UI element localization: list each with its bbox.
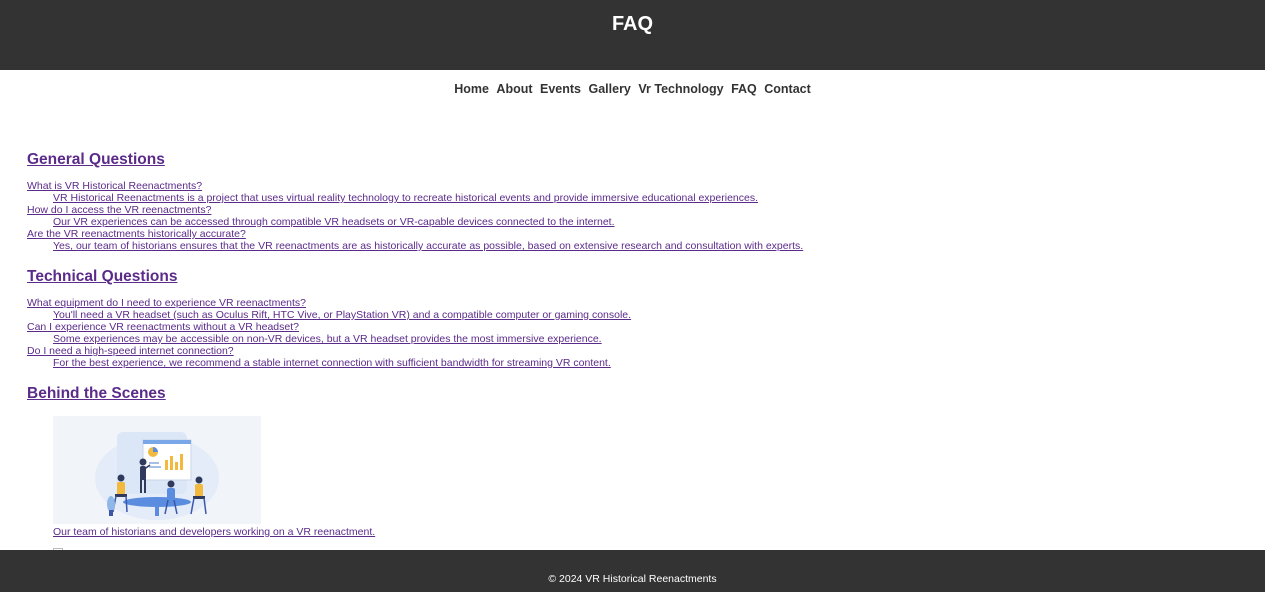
faq-question[interactable]: Do I need a high-speed internet connecti…	[27, 345, 631, 357]
general-questions-section: General Questions What is VR Historical …	[27, 150, 1227, 252]
faq-question[interactable]: Are the VR reenactments historically acc…	[27, 228, 1227, 240]
nav-events-link[interactable]: Events	[540, 82, 581, 96]
faq-answer: Yes, our team of historians ensures that…	[53, 240, 804, 252]
faq-content: General Questions What is VR Historical …	[27, 150, 1227, 552]
faq-list: What equipment do I need to experience V…	[27, 297, 631, 369]
faq-question[interactable]: What equipment do I need to experience V…	[27, 297, 631, 309]
footer-copyright: © 2024 VR Historical Reenactments	[548, 573, 717, 585]
faq-list: What is VR Historical Reenactments? VR H…	[27, 180, 1227, 252]
page-title: FAQ	[611, 12, 654, 35]
team-meeting-illustration	[53, 416, 261, 524]
nav-contact-link[interactable]: Contact	[764, 82, 811, 96]
faq-answer: Some experiences may be accessible on no…	[53, 333, 602, 345]
faq-answer: You'll need a VR headset (such as Oculus…	[53, 309, 632, 321]
behind-scenes-figure: Our team of historians and developers wo…	[53, 416, 375, 538]
section-title-technical[interactable]: Technical Questions	[27, 267, 177, 287]
technical-questions-section: Technical Questions What equipment do I …	[27, 267, 631, 369]
nav-faq-link[interactable]: FAQ	[731, 82, 757, 96]
behind-the-scenes-section: Behind the Scenes	[27, 384, 166, 404]
faq-answer: Our VR experiences can be accessed throu…	[53, 216, 615, 228]
nav-vr-technology-link[interactable]: Vr Technology	[638, 82, 723, 96]
page: FAQ Home About Events Gallery Vr Technol…	[0, 0, 1265, 592]
section-title-behind-scenes[interactable]: Behind the Scenes	[27, 384, 166, 404]
faq-question[interactable]: Can I experience VR reenactments without…	[27, 321, 631, 333]
figure-caption[interactable]: Our team of historians and developers wo…	[53, 526, 375, 538]
main-nav: Home About Events Gallery Vr Technology …	[0, 82, 1265, 96]
nav-about-link[interactable]: About	[496, 82, 532, 96]
site-header: FAQ	[0, 0, 1265, 70]
faq-question[interactable]: What is VR Historical Reenactments?	[27, 180, 1227, 192]
site-footer: © 2024 VR Historical Reenactments	[0, 550, 1265, 592]
section-title-general[interactable]: General Questions	[27, 150, 165, 170]
faq-answer: For the best experience, we recommend a …	[53, 357, 611, 369]
faq-answer: VR Historical Reenactments is a project …	[53, 192, 759, 204]
team-meeting-illustration-art	[95, 432, 219, 520]
nav-home-link[interactable]: Home	[454, 82, 489, 96]
faq-question[interactable]: How do I access the VR reenactments?	[27, 204, 1227, 216]
nav-gallery-link[interactable]: Gallery	[589, 82, 631, 96]
